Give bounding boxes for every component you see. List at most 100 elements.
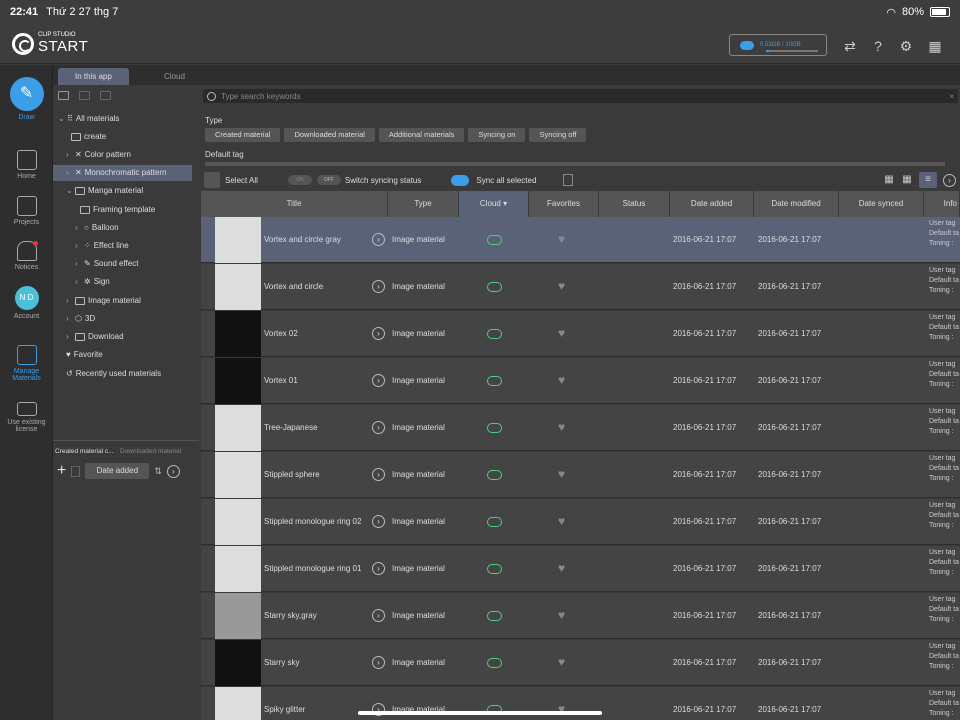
chevron-right-icon[interactable]: › <box>372 421 385 434</box>
sync-arrows-icon[interactable]: ⇄ <box>842 38 858 54</box>
table-row[interactable]: Starry sky › Image material ♥ 2016-06-21 17:… <box>201 640 960 686</box>
nav-use-license[interactable]: Use existing license <box>0 402 53 433</box>
tree-item[interactable]: ⌄ Manga material <box>66 183 143 199</box>
list-view-icon[interactable]: ≡ <box>919 172 937 188</box>
heart-icon[interactable]: ♥ <box>558 468 570 480</box>
chevron-right-icon[interactable]: › <box>372 233 385 246</box>
nav-projects[interactable]: Projects <box>0 196 53 226</box>
clear-icon[interactable]: × <box>949 92 954 101</box>
heart-icon[interactable]: ♥ <box>558 515 570 527</box>
cloud-download-icon[interactable] <box>487 610 502 621</box>
col-status[interactable]: Status <box>599 191 670 217</box>
chip-additional[interactable]: Additional materials <box>378 128 465 142</box>
col-cloud[interactable]: Cloud ▾ <box>459 191 529 217</box>
cloud-download-icon[interactable] <box>487 375 502 386</box>
chip-created[interactable]: Created material <box>205 128 281 142</box>
nav-manage-materials[interactable]: Manage Materials <box>0 345 53 382</box>
chevron-right-icon[interactable]: › <box>372 515 385 528</box>
table-row[interactable]: Vortex 02 › Image material ♥ 2016-06-21 17:0… <box>201 311 960 357</box>
tree-item[interactable]: › ○ Balloon <box>75 220 119 236</box>
table-row[interactable]: Stippled monologue ring 02 › Image materia… <box>201 499 960 545</box>
tab-downloaded-materials[interactable]: Downloaded material c... <box>118 448 183 455</box>
add-icon[interactable]: + <box>57 462 66 480</box>
chevron-right-icon[interactable]: › <box>372 468 385 481</box>
col-date-added[interactable]: Date added <box>670 191 754 217</box>
cloud-download-icon[interactable] <box>487 234 502 245</box>
chevron-right-icon[interactable]: › <box>166 464 180 478</box>
tree-item[interactable]: create <box>71 129 106 145</box>
tree-item[interactable]: › Download <box>66 329 124 345</box>
cloud-download-icon[interactable] <box>487 469 502 480</box>
chevron-right-icon[interactable]: › <box>372 327 385 340</box>
chevron-right-icon[interactable]: › <box>372 562 385 575</box>
heart-icon[interactable]: ♥ <box>558 421 570 433</box>
cloud-download-icon[interactable] <box>487 563 502 574</box>
heart-icon[interactable]: ♥ <box>558 562 570 574</box>
apps-grid-icon[interactable]: ▦ <box>927 38 943 54</box>
tree-item[interactable]: ♥ Favorite <box>66 347 103 363</box>
tree-item[interactable]: › ✕ Color pattern <box>66 147 131 163</box>
tree-item[interactable]: Framing template <box>80 202 155 218</box>
table-row[interactable]: Vortex and circle › Image material ♥ 2016-06… <box>201 264 960 310</box>
tree-item[interactable]: › ✲ Sign <box>75 274 110 290</box>
nav-notices[interactable]: Notices <box>0 241 53 271</box>
chip-syncing-off[interactable]: Syncing off <box>529 128 587 142</box>
tab-in-app[interactable]: In this app <box>58 68 129 85</box>
tab-created-materials[interactable]: Created material c... <box>53 448 118 455</box>
cloud-storage-button[interactable]: 0.53GB / 10GB <box>729 34 827 56</box>
cloud-download-icon[interactable] <box>487 657 502 668</box>
small-grid-icon[interactable]: ▦ <box>901 174 913 186</box>
new-folder-icon[interactable] <box>58 90 69 100</box>
col-title[interactable]: Title <box>201 191 388 217</box>
col-date-modified[interactable]: Date modified <box>754 191 839 217</box>
chevron-right-icon[interactable]: › <box>372 374 385 387</box>
col-date-synced[interactable]: Date synced <box>839 191 924 217</box>
heart-icon[interactable]: ♥ <box>558 609 570 621</box>
search-input[interactable]: Type search keywords × <box>203 89 958 103</box>
copy-folder-icon[interactable] <box>79 90 90 100</box>
toggle-off[interactable]: OFF <box>316 175 341 185</box>
nav-draw[interactable]: ✎ Draw <box>0 77 53 121</box>
tree-item[interactable]: › ⬡ 3D <box>66 311 95 327</box>
edit-folder-icon[interactable] <box>100 90 111 100</box>
table-row[interactable]: Vortex and circle gray › Image material ♥ 20… <box>201 217 960 263</box>
table-row[interactable]: Vortex 01 › Image material ♥ 2016-06-21 17:0… <box>201 358 960 404</box>
default-tag-strip[interactable] <box>205 162 945 166</box>
heart-icon[interactable]: ♥ <box>558 280 570 292</box>
select-all-checkbox[interactable] <box>204 172 220 188</box>
cloud-sync-icon[interactable] <box>451 174 470 186</box>
chevron-right-icon[interactable]: › <box>372 656 385 669</box>
col-favorites[interactable]: Favorites <box>529 191 599 217</box>
chevron-right-icon[interactable]: › <box>372 280 385 293</box>
chevron-right-icon[interactable]: › <box>943 173 956 187</box>
table-row[interactable]: Stippled sphere › Image material ♥ 2016-06-2… <box>201 452 960 498</box>
cloud-download-icon[interactable] <box>487 328 502 339</box>
table-row[interactable]: Tree-Japanese › Image material ♥ 2016-06-21 … <box>201 405 960 451</box>
tree-item[interactable]: › ✕ Monochromatic pattern <box>53 165 192 181</box>
tree-item[interactable]: ↺ Recently used materials <box>66 366 161 382</box>
table-row[interactable]: Starry sky,gray › Image material ♥ 2016-06-2… <box>201 593 960 639</box>
table-row[interactable]: Stippled monologue ring 01 › Image materia… <box>201 546 960 592</box>
tree-item[interactable]: ⌄ ⠿ All materials <box>58 111 119 127</box>
col-info[interactable]: Info <box>924 191 960 217</box>
cloud-download-icon[interactable] <box>487 516 502 527</box>
tree-item[interactable]: › ⁘ Effect line <box>75 238 129 254</box>
chip-syncing-on[interactable]: Syncing on <box>468 128 526 142</box>
cloud-download-icon[interactable] <box>487 422 502 433</box>
help-icon[interactable]: ? <box>870 38 886 54</box>
nav-account[interactable]: N D Account <box>0 286 53 320</box>
gear-icon[interactable]: ⚙ <box>898 38 914 54</box>
heart-icon[interactable]: ♥ <box>558 374 570 386</box>
table-row[interactable]: Spiky glitter › Image material ♥ 2016-06-21 … <box>201 687 960 720</box>
sort-order-icon[interactable]: ⇅ <box>154 466 162 477</box>
trash-icon[interactable] <box>71 465 81 477</box>
col-type[interactable]: Type <box>388 191 459 217</box>
tree-item[interactable]: › ✎ Sound effect <box>75 256 138 272</box>
chevron-right-icon[interactable]: › <box>372 609 385 622</box>
nav-home[interactable]: Home <box>0 150 53 180</box>
tree-item[interactable]: › Image material <box>66 293 141 309</box>
heart-icon[interactable]: ♥ <box>558 327 570 339</box>
chip-downloaded[interactable]: Downloaded material <box>284 128 375 142</box>
large-grid-icon[interactable]: ▦ <box>883 174 895 186</box>
toggle-on[interactable]: ON <box>287 175 312 185</box>
